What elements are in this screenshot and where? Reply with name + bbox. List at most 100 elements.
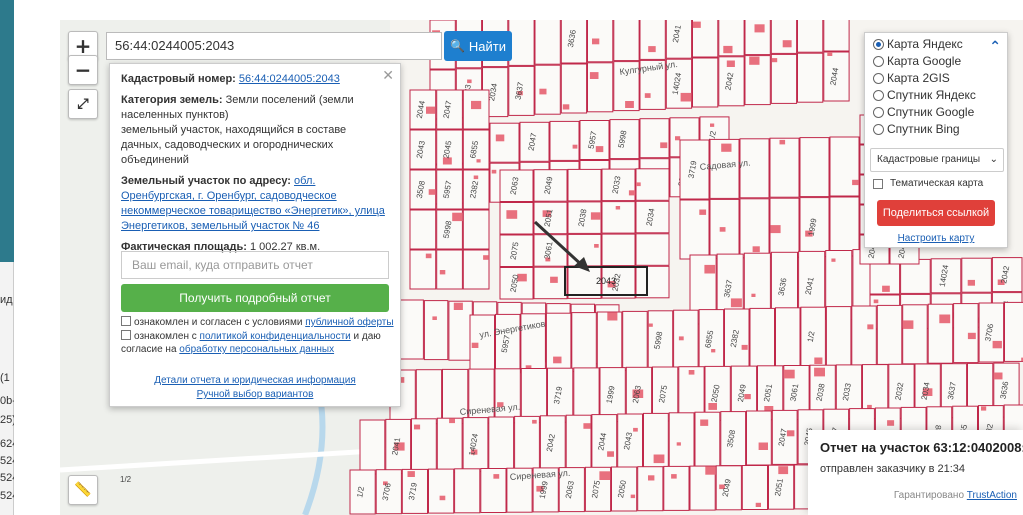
- offer-agreement[interactable]: ознакомлен и согласен с условиями публич…: [121, 316, 394, 329]
- radio-icon[interactable]: [873, 72, 884, 84]
- building: [741, 344, 748, 350]
- manual-select-link[interactable]: Ручной выбор вариантов: [197, 389, 314, 400]
- parcel: [741, 465, 768, 510]
- layer-option-2gis-map[interactable]: Карта 2GIS: [873, 71, 950, 85]
- layer-option-yandex-satellite[interactable]: Спутник Яндекс: [873, 88, 976, 102]
- parcel: [825, 306, 852, 367]
- search-button[interactable]: 🔍 Найти: [444, 31, 512, 61]
- radio-icon[interactable]: [873, 89, 884, 101]
- parcel: [549, 120, 580, 161]
- building: [449, 418, 455, 424]
- building: [882, 285, 890, 292]
- details-link[interactable]: Детали отчета и юридическая информация: [154, 375, 356, 386]
- parcel: [601, 233, 636, 267]
- parcel: [746, 410, 772, 466]
- trustaction-link[interactable]: TrustAction: [967, 490, 1017, 501]
- radio-icon[interactable]: [873, 106, 884, 118]
- parcel: [635, 265, 670, 299]
- cadastral-label: Кадастровый номер:: [121, 73, 236, 85]
- building: [607, 451, 614, 457]
- parcel: [514, 415, 540, 471]
- get-report-button[interactable]: Получить подробный отчет: [121, 284, 389, 312]
- map-label: 1/2: [120, 475, 132, 484]
- radio-icon[interactable]: [873, 38, 884, 50]
- parcel: [508, 20, 535, 66]
- privacy-agreement[interactable]: ознакомлен с политикой конфиденциальност…: [121, 330, 391, 356]
- parcel: [797, 52, 824, 103]
- powered-by-text: Гарантировано: [893, 490, 965, 501]
- zoom-out-button[interactable]: −: [68, 55, 98, 85]
- layer-option-yandex-map[interactable]: Карта Яндекс: [873, 37, 963, 51]
- layer-option-google-map[interactable]: Карта Google: [873, 54, 961, 68]
- layer-option-bing-satellite[interactable]: Спутник Bing: [873, 122, 960, 136]
- parcel: [533, 266, 568, 300]
- building: [726, 60, 735, 67]
- expand-icon[interactable]: ⤢: [68, 89, 98, 119]
- layer-option-google-satellite[interactable]: Спутник Google: [873, 105, 974, 119]
- parcel: [679, 199, 710, 260]
- building: [592, 38, 600, 45]
- ruler-icon[interactable]: 📏: [68, 475, 98, 505]
- share-link-button[interactable]: Поделиться ссылкой: [877, 200, 995, 226]
- building: [730, 298, 742, 308]
- address-label: Земельный участок по адресу:: [121, 175, 291, 187]
- parcel: [775, 307, 801, 368]
- category-row: Категория земель: Земли поселений (земли…: [121, 93, 389, 168]
- building: [887, 420, 895, 426]
- parcel: [639, 118, 670, 159]
- building: [414, 424, 421, 430]
- privacy-link[interactable]: политикой конфиденциальности: [200, 331, 351, 342]
- building: [653, 454, 665, 464]
- building: [873, 299, 879, 304]
- search-button-label: Найти: [468, 38, 507, 54]
- search-input[interactable]: 56:44:0244005:2043: [106, 32, 442, 60]
- building: [452, 212, 463, 222]
- parcel: [749, 307, 775, 368]
- offer-link[interactable]: публичной оферты: [305, 317, 393, 328]
- parcel: [409, 249, 437, 290]
- parcel: [428, 468, 455, 514]
- parcel: [436, 249, 463, 290]
- building: [752, 246, 760, 253]
- email-field[interactable]: Ваш email, куда отправить отчет: [121, 251, 389, 279]
- thematic-checkbox[interactable]: [873, 178, 883, 189]
- building: [633, 427, 638, 432]
- selected-parcel-number: 2043: [596, 276, 616, 286]
- parcel: [415, 369, 443, 425]
- personal-data-link[interactable]: обработку персональных данных: [179, 344, 334, 355]
- search-icon: 🔍: [449, 39, 465, 53]
- radio-icon[interactable]: [873, 123, 884, 135]
- building: [902, 320, 914, 329]
- notification-title: Отчет на участок 63:12:0402008:***: [820, 440, 1023, 455]
- thematic-map-toggle[interactable]: Тематическая карта: [873, 178, 983, 189]
- building: [751, 293, 756, 297]
- manual-link-row: Ручной выбор вариантов: [110, 389, 400, 400]
- building: [680, 92, 692, 102]
- notification-subtitle: отправлен заказчику в 21:34: [820, 463, 966, 475]
- building: [590, 212, 601, 220]
- parcel: [673, 309, 699, 370]
- offer-checkbox[interactable]: [121, 316, 131, 326]
- boundary-select[interactable]: Кадастровые границы ⌄: [870, 148, 1004, 172]
- building: [615, 206, 621, 210]
- parcel: [462, 89, 490, 130]
- chevron-up-icon[interactable]: ⌃: [989, 39, 1001, 55]
- radio-icon[interactable]: [873, 55, 884, 67]
- parcel: [829, 196, 860, 257]
- cadastral-number-link[interactable]: 56:44:0244005:2043: [239, 73, 340, 85]
- parcel: [567, 168, 602, 202]
- building: [553, 356, 562, 364]
- layer-label: Спутник Google: [887, 105, 975, 119]
- parcel: [799, 137, 830, 198]
- building: [493, 474, 500, 479]
- configure-map-link[interactable]: Настроить карту: [898, 233, 975, 244]
- close-icon[interactable]: ✕: [382, 68, 394, 84]
- building: [648, 475, 655, 481]
- building: [428, 189, 436, 195]
- building: [425, 253, 432, 259]
- parcel: [639, 20, 666, 60]
- building: [827, 52, 833, 56]
- thematic-label: Тематическая карта: [890, 178, 984, 189]
- privacy-checkbox[interactable]: [121, 330, 131, 340]
- building: [867, 404, 872, 409]
